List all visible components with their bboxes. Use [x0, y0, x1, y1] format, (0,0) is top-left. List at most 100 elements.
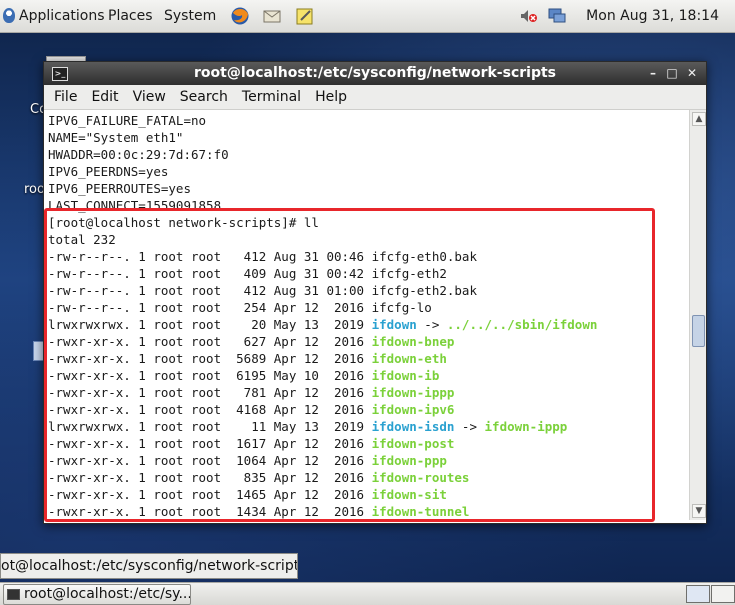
- line-text: lrwxrwxrwx. 1 root root 11 May 13 2019: [48, 419, 372, 434]
- minimize-button[interactable]: –: [644, 64, 662, 82]
- window-tooltip: ot@localhost:/etc/sysconfig/network-scri…: [0, 553, 298, 579]
- terminal-window: >_ root@localhost:/etc/sysconfig/network…: [43, 61, 707, 524]
- terminal-line: -rw-r--r--. 1 root root 254 Apr 12 2016 …: [48, 299, 432, 316]
- applications-icon[interactable]: [3, 8, 15, 23]
- terminal-line: -rwxr-xr-x. 1 root root 1465 Apr 12 2016…: [48, 486, 447, 503]
- terminal-line: total 232: [48, 231, 116, 248]
- terminal-output[interactable]: IPV6_FAILURE_FATAL=no NAME="System eth1" H…: [44, 110, 689, 520]
- file-name: ifdown: [371, 317, 417, 332]
- terminal-line: IPV6_PEERROUTES=yes: [48, 180, 191, 197]
- firefox-icon[interactable]: [230, 6, 250, 26]
- terminal-line: LAST_CONNECT=1559091858: [48, 197, 221, 214]
- terminal-line: HWADDR=00:0c:29:7d:67:f0: [48, 146, 229, 163]
- line-text: HWADDR=00:0c:29:7d:67:f0: [48, 147, 229, 162]
- line-text: ifcfg-eth0.bak: [371, 249, 477, 264]
- scrollbar-thumb[interactable]: [692, 315, 705, 347]
- vertical-scrollbar[interactable]: ▲ ▼: [689, 110, 706, 520]
- volume-muted-icon[interactable]: [518, 6, 538, 26]
- window-title: root@localhost:/etc/sysconfig/network-sc…: [193, 65, 557, 81]
- line-text: -rwxr-xr-x. 1 root root 5689 Apr 12 2016: [48, 351, 372, 366]
- top-panel: Applications Places System Mon Aug 31, 1…: [0, 0, 735, 33]
- line-text: -rwxr-xr-x. 1 root root 1064 Apr 12 2016: [48, 453, 372, 468]
- line-text: IPV6_PEERDNS=yes: [48, 164, 169, 179]
- terminal-line: -rwxr-xr-x. 1 root root 781 Apr 12 2016 …: [48, 384, 454, 401]
- terminal-line: -rw-r--r--. 1 root root 412 Aug 31 00:46…: [48, 248, 477, 265]
- line-text: -rwxr-xr-x. 1 root root 781 Apr 12 2016: [48, 385, 372, 400]
- terminal-line: -rwxr-xr-x. 1 root root 627 Apr 12 2016 …: [48, 333, 454, 350]
- taskbar-terminal-button[interactable]: root@localhost:/etc/sy...: [3, 584, 191, 605]
- line-text: -rwxr-xr-x. 1 root root 1465 Apr 12 2016: [48, 487, 372, 502]
- file-name: ifdown-ppp: [371, 453, 447, 468]
- line-text: total 232: [48, 232, 116, 247]
- notes-icon[interactable]: [295, 6, 315, 26]
- line-text: -rwxr-xr-x. 1 root root 1617 Apr 12 2016: [48, 436, 372, 451]
- line-text: ifcfg-eth2.bak: [371, 283, 477, 298]
- desktop-label-home[interactable]: roo: [24, 182, 45, 197]
- scroll-down-icon[interactable]: ▼: [692, 504, 706, 518]
- menu-help[interactable]: Help: [308, 85, 354, 109]
- line-text: IPV6_FAILURE_FATAL=no: [48, 113, 207, 128]
- line-text: -rwxr-xr-x. 1 root root 1434 Apr 12 2016: [48, 504, 372, 519]
- line-text: ifcfg-eth2: [371, 266, 447, 281]
- file-name: ifdown-ipv6: [371, 402, 455, 417]
- file-name: ifdown-tunnel: [371, 504, 470, 519]
- places-menu[interactable]: Places: [108, 0, 153, 32]
- terminal-line: -rwxr-xr-x. 1 root root 1064 Apr 12 2016…: [48, 452, 447, 469]
- window-titlebar[interactable]: >_ root@localhost:/etc/sysconfig/network…: [44, 62, 706, 85]
- terminal-line: -rwxr-xr-x. 1 root root 1617 Apr 12 2016…: [48, 435, 454, 452]
- file-name: ifdown-sit: [371, 487, 447, 502]
- file-name: ifdown-ippp: [371, 385, 455, 400]
- line-text: [root@localhost network-scripts]# ll: [48, 215, 319, 230]
- line-text: -rwxr-xr-x. 1 root root 835 Apr 12 2016: [48, 470, 372, 485]
- taskbar-terminal-label: root@localhost:/etc/sy...: [24, 586, 191, 602]
- line-text: -rwxr-xr-x. 1 root root 4168 Apr 12 2016: [48, 402, 372, 417]
- terminal-line: lrwxrwxrwx. 1 root root 20 May 13 2019 i…: [48, 316, 597, 333]
- menu-file[interactable]: File: [44, 85, 84, 109]
- workspace-1[interactable]: [686, 585, 710, 603]
- file-name: ifdown-bnep: [371, 334, 455, 349]
- workspace-2[interactable]: [711, 585, 735, 603]
- file-name: ../../../sbin/ifdown: [446, 317, 598, 332]
- file-name: ifdown-routes: [371, 470, 470, 485]
- line-text: -rw-r--r--. 1 root root 409 Aug 31 00:42: [48, 266, 372, 281]
- line-text: IPV6_PEERROUTES=yes: [48, 181, 191, 196]
- terminal-line: -rwxr-xr-x. 1 root root 5689 Apr 12 2016…: [48, 350, 447, 367]
- clock[interactable]: Mon Aug 31, 18:14: [586, 0, 719, 32]
- line-text: -rw-r--r--. 1 root root 254 Apr 12 2016: [48, 300, 372, 315]
- bottom-panel: root@localhost:/etc/sy...: [0, 582, 735, 605]
- menu-search[interactable]: Search: [173, 85, 235, 109]
- terminal-line: -rw-r--r--. 1 root root 412 Aug 31 01:00…: [48, 282, 477, 299]
- terminal-line: lrwxrwxrwx. 1 root root 11 May 13 2019 i…: [48, 418, 567, 435]
- applications-menu[interactable]: Applications: [19, 0, 105, 32]
- file-name: ifdown-isdn: [371, 419, 455, 434]
- terminal-line: -rwxr-xr-x. 1 root root 4168 Apr 12 2016…: [48, 401, 454, 418]
- terminal-line: -rwxr-xr-x. 1 root root 1434 Apr 12 2016…: [48, 503, 469, 520]
- terminal-line: -rwxr-xr-x. 1 root root 6195 May 10 2016…: [48, 367, 439, 384]
- file-name: ifdown-eth: [371, 351, 447, 366]
- scroll-up-icon[interactable]: ▲: [692, 112, 706, 126]
- terminal-line: IPV6_PEERDNS=yes: [48, 163, 168, 180]
- mail-icon[interactable]: [262, 6, 282, 26]
- line-text: -rw-r--r--. 1 root root 412 Aug 31 00:46: [48, 249, 372, 264]
- menu-view[interactable]: View: [126, 85, 173, 109]
- line-text: NAME="System eth1": [48, 130, 184, 145]
- file-name: ifdown-post: [371, 436, 455, 451]
- line-text: ->: [454, 419, 485, 434]
- file-name: ifdown-ib: [371, 368, 440, 383]
- terminal-line: [root@localhost network-scripts]# ll: [48, 214, 319, 231]
- close-button[interactable]: ✕: [683, 64, 701, 82]
- network-icon[interactable]: [547, 6, 567, 26]
- line-text: lrwxrwxrwx. 1 root root 20 May 13 2019: [48, 317, 372, 332]
- terminal-line: IPV6_FAILURE_FATAL=no: [48, 112, 206, 129]
- menu-edit[interactable]: Edit: [84, 85, 125, 109]
- terminal-task-icon: [7, 588, 20, 600]
- line-text: -rwxr-xr-x. 1 root root 6195 May 10 2016: [48, 368, 372, 383]
- terminal-line: NAME="System eth1": [48, 129, 183, 146]
- line-text: ->: [416, 317, 447, 332]
- terminal-line: -rw-r--r--. 1 root root 409 Aug 31 00:42…: [48, 265, 447, 282]
- line-text: -rw-r--r--. 1 root root 412 Aug 31 01:00: [48, 283, 372, 298]
- line-text: ifcfg-lo: [371, 300, 432, 315]
- system-menu[interactable]: System: [164, 0, 216, 32]
- menu-terminal[interactable]: Terminal: [235, 85, 308, 109]
- maximize-button[interactable]: □: [663, 64, 681, 82]
